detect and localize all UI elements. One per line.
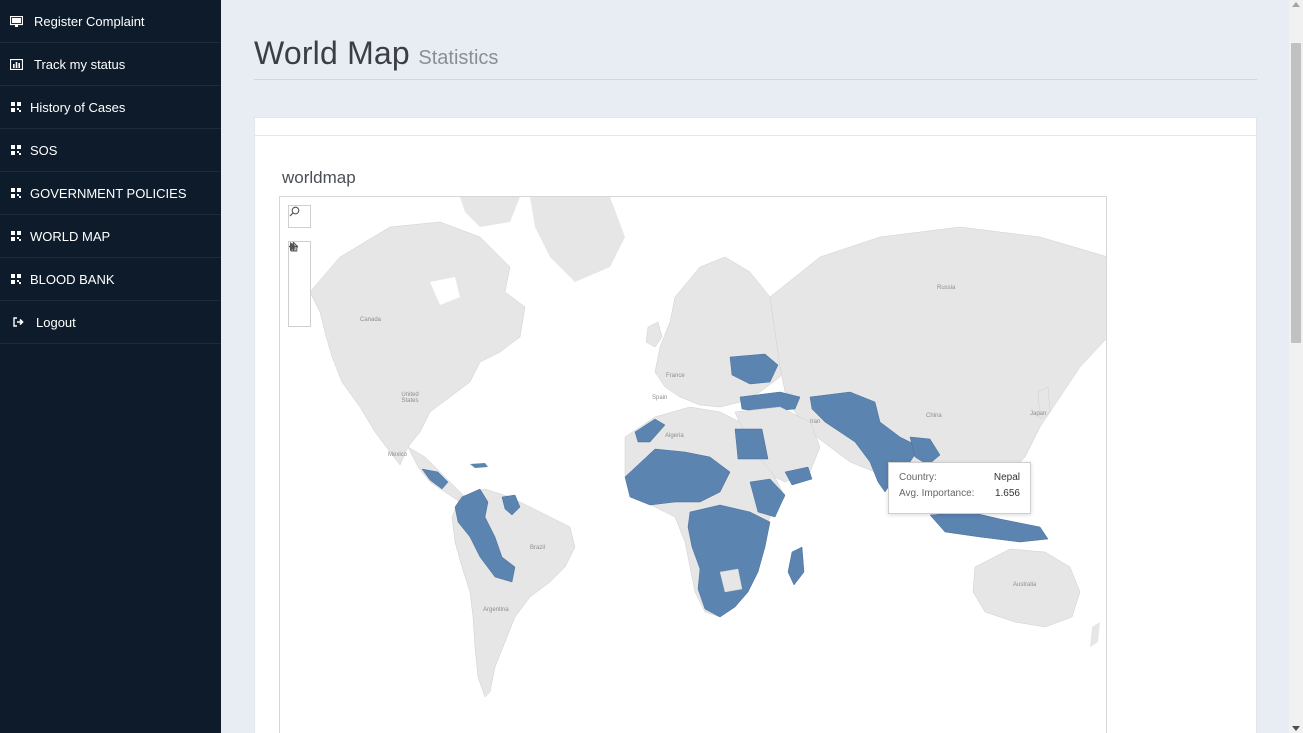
sidebar-item-logout[interactable]: Logout (0, 301, 221, 344)
label-mexico: Mexico (388, 452, 408, 458)
monitor-icon (9, 14, 23, 28)
tooltip-country-label: Country: (899, 472, 937, 483)
sign-out-icon (11, 315, 25, 329)
scroll-down-arrow-icon[interactable] (1292, 726, 1300, 731)
tooltip-importance-row: Avg. Importance: 1.656 (899, 486, 1020, 502)
sidebar: Register Complaint Track my status Histo… (0, 0, 221, 733)
label-japan: Japan (1030, 411, 1047, 417)
label-brazil: Brazil (530, 545, 546, 551)
country-egypt (734, 428, 769, 460)
map-zoom-controls (288, 241, 311, 327)
qrcode-icon (9, 100, 23, 114)
map-panel: worldmap Canada United States Mexico Bra… (254, 117, 1257, 733)
sidebar-item-world-map[interactable]: WORLD MAP (0, 215, 221, 258)
sidebar-item-label: History of Cases (30, 99, 126, 115)
viz-title: worldmap (282, 168, 356, 187)
page-header: World Map Statistics (254, 35, 1257, 80)
qrcode-icon (9, 229, 23, 243)
label-usa: United States (401, 392, 419, 404)
sidebar-item-register-complaint[interactable]: Register Complaint (0, 0, 221, 43)
label-iran: Iran (810, 419, 821, 425)
map-search-button[interactable] (288, 205, 311, 228)
sidebar-item-history-of-cases[interactable]: History of Cases (0, 86, 221, 129)
scrollbar-thumb[interactable] (1291, 43, 1301, 343)
qrcode-icon (9, 143, 23, 157)
sidebar-item-label: GOVERNMENT POLICIES (30, 185, 187, 201)
sidebar-item-sos[interactable]: SOS (0, 129, 221, 172)
qrcode-icon (9, 186, 23, 200)
world-map[interactable]: Canada United States Mexico Brazil Argen… (279, 196, 1107, 733)
scroll-up-arrow-icon[interactable] (1292, 2, 1300, 7)
tooltip-country-row: Country: Nepal (899, 470, 1020, 486)
sidebar-item-label: Track my status (34, 56, 126, 72)
label-canada: Canada (360, 317, 382, 323)
page-title: World Map (254, 35, 410, 71)
sidebar-item-label: BLOOD BANK (30, 271, 115, 287)
label-france: France (666, 373, 685, 379)
sidebar-item-government-policies[interactable]: GOVERNMENT POLICIES (0, 172, 221, 215)
panel-header-bar (255, 118, 1256, 136)
qrcode-icon (9, 272, 23, 286)
tooltip-country-value: Nepal (993, 472, 1020, 483)
page-scrollbar[interactable] (1289, 0, 1303, 733)
sidebar-item-label: Logout (36, 314, 76, 330)
page-subtitle: Statistics (418, 47, 499, 69)
map-tooltip: Country: Nepal Avg. Importance: 1.656 (888, 462, 1031, 514)
label-australia: Australia (1013, 582, 1037, 588)
tooltip-importance-label: Avg. Importance: (899, 488, 975, 499)
sidebar-item-blood-bank[interactable]: BLOOD BANK (0, 258, 221, 301)
sidebar-item-label: SOS (30, 142, 58, 158)
sidebar-item-track-status[interactable]: Track my status (0, 43, 221, 86)
play-icon (290, 242, 296, 251)
label-spain: Spain (652, 395, 668, 401)
search-icon (289, 206, 300, 217)
label-russia: Russia (937, 285, 956, 291)
map-toolbar-toggle-button[interactable] (289, 242, 310, 322)
reset-home-button[interactable] (289, 242, 310, 302)
label-china: China (926, 413, 942, 419)
label-argentina: Argentina (483, 607, 509, 613)
sidebar-item-label: WORLD MAP (30, 228, 111, 244)
zoom-out-button[interactable] (289, 245, 310, 282)
bar-chart-icon (9, 57, 23, 71)
sidebar-item-label: Register Complaint (34, 13, 145, 29)
tooltip-importance-value: 1.656 (994, 488, 1020, 499)
label-algeria: Algeria (665, 433, 684, 439)
